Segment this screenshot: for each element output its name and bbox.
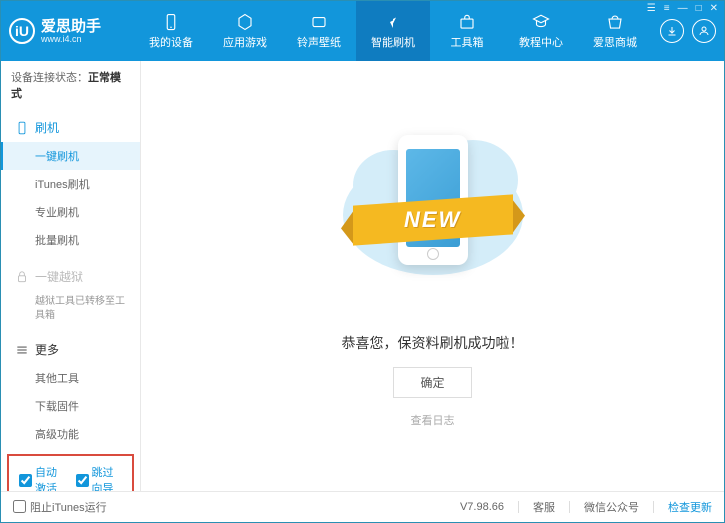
nav-smart-flash[interactable]: 智能刷机 (356, 1, 430, 61)
checkbox-block-itunes[interactable]: 阻止iTunes运行 (13, 499, 107, 515)
nav-toolbox[interactable]: 工具箱 (430, 1, 504, 61)
nav-ringtones[interactable]: 铃声壁纸 (282, 1, 356, 61)
options-highlight-box: 自动激活 跳过向导 (7, 454, 134, 491)
nav-label: 我的设备 (149, 34, 193, 50)
user-button[interactable] (692, 19, 716, 43)
window-controls: ☰ ≡ — □ ✕ (647, 3, 718, 14)
close-button[interactable]: ✕ (710, 3, 718, 14)
download-button[interactable] (660, 19, 684, 43)
nav-label: 应用游戏 (223, 34, 267, 50)
sidebar-item-batch-flash[interactable]: 批量刷机 (1, 226, 140, 254)
sidebar-item-oneclick-flash[interactable]: 一键刷机 (1, 142, 140, 170)
nav-label: 教程中心 (519, 34, 563, 50)
nav-my-device[interactable]: 我的设备 (134, 1, 208, 61)
sidebar-item-advanced[interactable]: 高级功能 (1, 420, 140, 448)
maximize-button[interactable]: □ (696, 3, 702, 14)
menu-icon[interactable]: ☰ (647, 3, 656, 14)
service-link[interactable]: 客服 (533, 499, 555, 515)
nav-store[interactable]: 爱思商城 (578, 1, 652, 61)
divider (569, 501, 570, 513)
jailbreak-note: 越狱工具已转移至工具箱 (1, 291, 140, 327)
version-label: V7.98.66 (460, 501, 504, 513)
header-right (660, 19, 716, 43)
sidebar-item-other-tools[interactable]: 其他工具 (1, 364, 140, 392)
sidebar-label: 更多 (35, 341, 59, 358)
checkbox-skip-guide[interactable]: 跳过向导 (76, 464, 123, 491)
sidebar-item-pro-flash[interactable]: 专业刷机 (1, 198, 140, 226)
nav-label: 工具箱 (451, 34, 484, 50)
divider (518, 501, 519, 513)
divider (653, 501, 654, 513)
wechat-link[interactable]: 微信公众号 (584, 499, 639, 515)
connection-status: 设备连接状态：正常模式 (1, 61, 140, 109)
sidebar-item-itunes-flash[interactable]: iTunes刷机 (1, 170, 140, 198)
main-content: NEW 恭喜您，保资料刷机成功啦！ 确定 查看日志 (141, 61, 724, 491)
nav-tutorials[interactable]: 教程中心 (504, 1, 578, 61)
main-nav: 我的设备 应用游戏 铃声壁纸 智能刷机 工具箱 教程中心 爱思商城 (134, 1, 652, 61)
sidebar-item-download-firmware[interactable]: 下载固件 (1, 392, 140, 420)
settings-icon[interactable]: ≡ (664, 3, 670, 14)
sidebar-section-jailbreak: 一键越狱 (1, 262, 140, 291)
success-illustration: NEW (333, 105, 533, 305)
brand-logo: iU 爱思助手 www.i4.cn (9, 18, 134, 44)
success-message: 恭喜您，保资料刷机成功啦！ (342, 333, 524, 353)
checkbox-auto-activate[interactable]: 自动激活 (19, 464, 66, 491)
brand-url: www.i4.cn (41, 34, 101, 44)
nav-label: 智能刷机 (371, 34, 415, 50)
confirm-button[interactable]: 确定 (393, 367, 471, 398)
sidebar-label: 一键越狱 (35, 268, 83, 285)
check-update-link[interactable]: 检查更新 (668, 499, 712, 515)
sidebar-section-more[interactable]: 更多 (1, 335, 140, 364)
sidebar: 设备连接状态：正常模式 刷机 一键刷机 iTunes刷机 专业刷机 批量刷机 一… (1, 61, 141, 491)
status-bar: 阻止iTunes运行 V7.98.66 客服 微信公众号 检查更新 (1, 491, 724, 521)
sidebar-label: 刷机 (35, 119, 59, 136)
app-header: ☰ ≡ — □ ✕ iU 爱思助手 www.i4.cn 我的设备 应用游戏 铃声… (1, 1, 724, 61)
nav-label: 铃声壁纸 (297, 34, 341, 50)
nav-apps[interactable]: 应用游戏 (208, 1, 282, 61)
nav-label: 爱思商城 (593, 34, 637, 50)
logo-icon: iU (9, 18, 35, 44)
minimize-button[interactable]: — (678, 3, 688, 14)
brand-name: 爱思助手 (41, 19, 101, 34)
sidebar-section-flash[interactable]: 刷机 (1, 113, 140, 142)
app-body: 设备连接状态：正常模式 刷机 一键刷机 iTunes刷机 专业刷机 批量刷机 一… (1, 61, 724, 491)
view-log-link[interactable]: 查看日志 (411, 412, 455, 428)
